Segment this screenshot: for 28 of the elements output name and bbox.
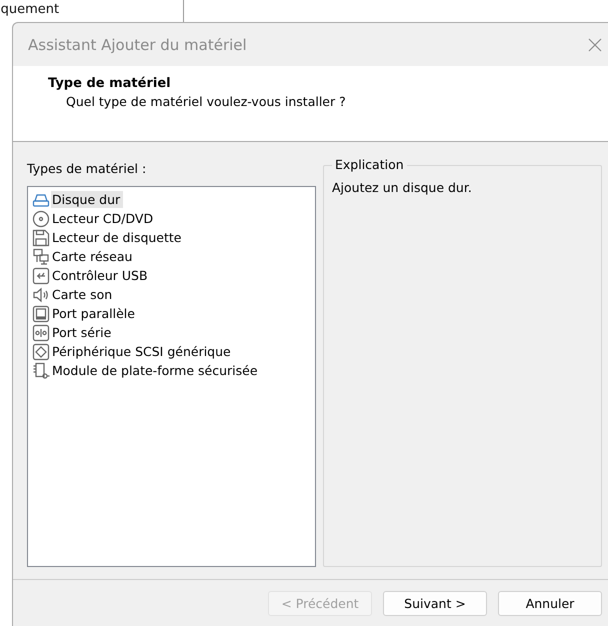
list-label: Types de matériel : (27, 160, 148, 178)
explanation-text: Ajoutez un disque dur. (332, 180, 473, 195)
close-icon[interactable] (588, 38, 602, 52)
parallel-port-icon (32, 304, 50, 322)
list-item[interactable]: Port série (51, 324, 114, 341)
list-item[interactable]: Disque dur (51, 191, 124, 208)
list-item[interactable]: Lecteur CD/DVD (51, 210, 156, 227)
module-key-icon (32, 362, 50, 380)
serial-port-icon (32, 324, 50, 342)
wizard-button[interactable]: Suivant > (383, 590, 487, 616)
list-item[interactable]: Port parallèle (51, 305, 138, 322)
list-item[interactable]: Carte réseau (51, 248, 136, 265)
usb-icon (32, 266, 50, 284)
group-title: Explication (332, 157, 407, 172)
list-item[interactable]: Lecteur de disquette (51, 229, 184, 246)
list-item[interactable]: Périphérique SCSI générique (51, 343, 234, 360)
list-item[interactable]: Module de plate-forme sécurisée (51, 362, 261, 379)
header-title: Type de matériel (48, 76, 172, 91)
chip-icon (32, 342, 50, 360)
wizard-button[interactable]: Annuler (498, 590, 602, 616)
disc-icon (32, 210, 50, 228)
speaker-icon (32, 286, 50, 304)
window-title: Assistant Ajouter du matériel (28, 36, 247, 54)
list-item[interactable]: Carte son (51, 286, 116, 303)
list-item[interactable]: Contrôleur USB (51, 267, 151, 284)
floppy-icon (32, 228, 50, 246)
network-icon (32, 248, 50, 266)
header-subtitle: Quel type de matériel voulez-vous installer ? (66, 94, 347, 109)
